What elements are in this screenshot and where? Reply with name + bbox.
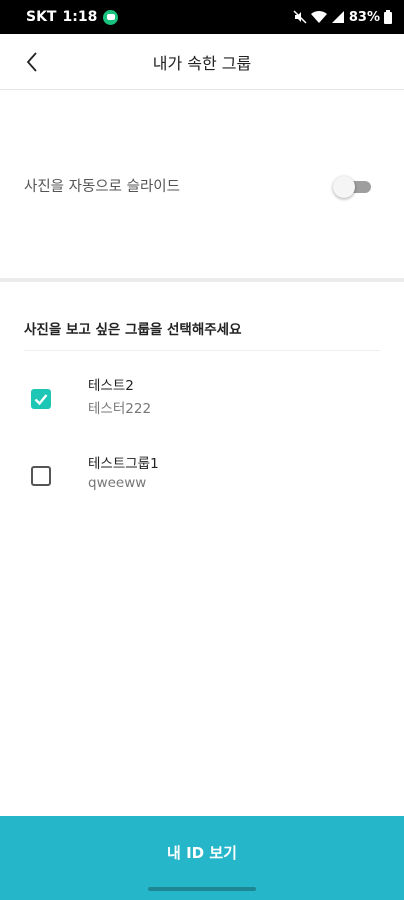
group-list-item[interactable]: 테스트2 테스터222	[0, 362, 404, 432]
auto-slide-label: 사진을 자동으로 슬라이드	[24, 179, 180, 195]
status-bar: SKT 1:18 83%	[0, 0, 404, 34]
group-selection-title: 사진을 보고 싶은 그룹을 선택해주세요	[24, 322, 242, 338]
section-rule	[24, 350, 380, 351]
section-divider	[0, 278, 404, 282]
toggle-thumb	[333, 176, 355, 198]
battery-percent: 83%	[348, 9, 380, 25]
message-notification-icon	[103, 9, 119, 25]
battery-icon	[384, 10, 392, 24]
app-header: 내가 속한 그룹	[0, 34, 404, 90]
group-checkbox-unchecked[interactable]	[31, 466, 51, 486]
auto-slide-toggle[interactable]	[333, 176, 371, 198]
signal-icon	[331, 11, 344, 23]
group-name: 테스트2	[88, 378, 134, 394]
gesture-nav-handle[interactable]	[148, 887, 256, 891]
group-name: 테스트그룹1	[88, 456, 159, 472]
carrier-label: SKT	[26, 9, 57, 25]
clock: 1:18	[62, 9, 98, 25]
mute-icon	[293, 10, 307, 24]
page-title: 내가 속한 그룹	[152, 54, 252, 73]
checkmark-icon	[34, 394, 48, 406]
wifi-icon	[310, 10, 327, 23]
group-checkbox-checked[interactable]	[31, 389, 51, 409]
group-list-item[interactable]: 테스트그룹1 qweeww	[0, 442, 404, 512]
view-my-id-label: 내 ID 보기	[167, 844, 237, 862]
group-description: 테스터222	[88, 401, 152, 417]
group-description: qweeww	[88, 475, 147, 491]
